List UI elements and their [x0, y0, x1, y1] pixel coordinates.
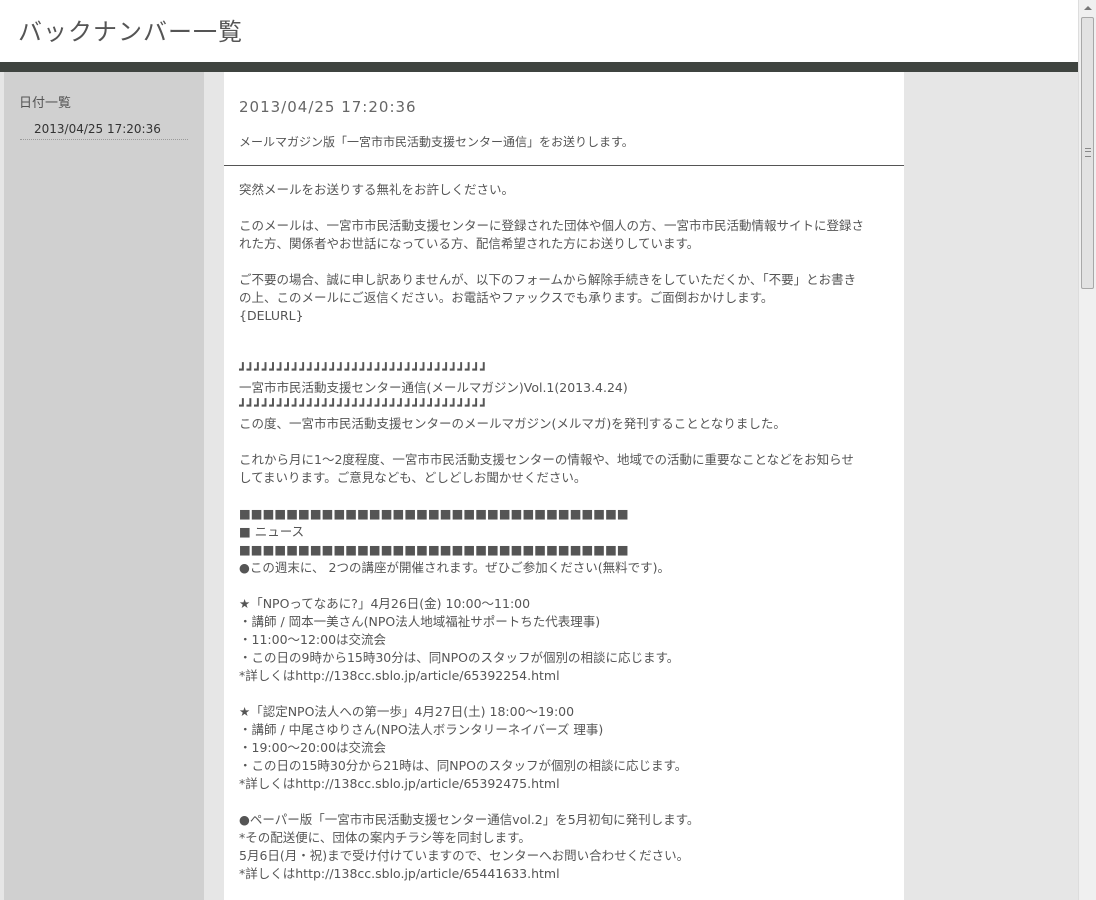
body-intro: 突然メールをお送りする無礼をお許しください。 — [239, 182, 515, 197]
event-link: *詳しくはhttp://138cc.sblo.jp/article/653924… — [239, 776, 560, 791]
decorative-line: ┛┛┛┛┛┛┛┛┛┛┛┛┛┛┛┛┛┛┛┛┛┛┛┛┛┛┛┛┛┛┛┛┛ — [239, 398, 488, 413]
post-subtitle: メールマガジン版「一宮市市民活動支援センター通信」をお送りします。 — [239, 135, 634, 149]
square-line: ■■■■■■■■■■■■■■■■■■■■■■■■■■■■■■■■■ — [239, 506, 629, 521]
body-line: このメールは、一宮市市民活動支援センターに登録された団体や個人の方、一宮市市民活… — [239, 218, 865, 233]
page-title: バックナンバー一覧 — [18, 18, 243, 46]
page: バックナンバー一覧 日付一覧 2013/04/25 17:20:36 2013/… — [0, 0, 1078, 900]
header-bar — [0, 62, 1078, 72]
divider — [224, 165, 904, 166]
paper-notice: ●ペーパー版「一宮市市民活動支援センター通信vol.2」を5月初旬に発刊します。 — [239, 812, 700, 827]
event-detail: ・講師 / 中尾さゆりさん(NPO法人ボランタリーネイバーズ 理事) — [239, 722, 604, 737]
square-line: ■■■■■■■■■■■■■■■■■■■■■■■■■■■■■■■■■ — [239, 542, 629, 557]
event-link: *詳しくはhttp://138cc.sblo.jp/article/653922… — [239, 668, 560, 683]
event-detail: ・講師 / 岡本一美さん(NPO法人地域福祉サポートちた代表理事) — [239, 614, 601, 629]
body-line: してまいります。ご意見なども、どしどしお聞かせください。 — [239, 470, 587, 485]
main-post: 2013/04/25 17:20:36 メールマガジン版「一宮市市民活動支援セン… — [224, 72, 904, 900]
paper-link: *詳しくはhttp://138cc.sblo.jp/article/654416… — [239, 866, 560, 881]
body-line: の上、このメールにご返信ください。お電話やファックスでも承ります。ご面倒おかけし… — [239, 290, 774, 305]
post-date: 2013/04/25 17:20:36 — [239, 98, 417, 116]
body-line: ご不要の場合、誠に申し訳ありませんが、以下のフォームから解除手続きをしていただく… — [239, 272, 857, 287]
sidebar-title: 日付一覧 — [19, 96, 72, 111]
body-line: この度、一宮市市民活動支援センターのメールマガジン(メルマガ)を発刊することとな… — [239, 416, 786, 431]
event-detail: ・この日の9時から15時30分は、同NPOのスタッフが個別の相談に応じます。 — [239, 650, 680, 665]
event-detail: ・11:00～12:00は交流会 — [239, 632, 387, 647]
scroll-up-arrow-icon[interactable] — [1079, 0, 1096, 16]
body-line: れた方、関係者やお世話になっている方、配信希望された方にお送りしています。 — [239, 236, 700, 251]
content-area: 日付一覧 2013/04/25 17:20:36 2013/04/25 17:2… — [0, 72, 1078, 900]
news-heading: ■ ニュース — [239, 524, 305, 539]
magazine-title: 一宮市市民活動支援センター通信(メールマガジン)Vol.1(2013.4.24) — [239, 380, 628, 395]
decorative-line: ┛┛┛┛┛┛┛┛┛┛┛┛┛┛┛┛┛┛┛┛┛┛┛┛┛┛┛┛┛┛┛┛┛ — [239, 362, 488, 377]
page-header: バックナンバー一覧 — [0, 0, 1078, 62]
post-body: 突然メールをお送りする無礼をお許しください。 このメールは、一宮市市民活動支援セ… — [239, 181, 894, 883]
event-title: ★「NPOってなあに?」4月26日(金) 10:00～11:00 — [239, 596, 531, 611]
paper-detail: 5月6日(月・祝)まで受け付けていますので、センターへお問い合わせください。 — [239, 848, 690, 863]
delurl-placeholder: {DELURL} — [239, 308, 304, 323]
body-line: これから月に1～2度程度、一宮市市民活動支援センターの情報や、地域での活動に重要… — [239, 452, 854, 467]
event-detail: ・19:00～20:00は交流会 — [239, 740, 387, 755]
event-title: ★「認定NPO法人への第一歩」4月27日(土) 18:00～19:00 — [239, 704, 575, 719]
sidebar: 日付一覧 2013/04/25 17:20:36 — [4, 72, 204, 900]
news-lead: ●この週末に、 2つの講座が開催されます。ぜひご参加ください(無料です)。 — [239, 560, 670, 575]
vertical-scrollbar[interactable] — [1078, 0, 1096, 900]
grip-icon — [1085, 148, 1091, 157]
event-detail: ・この日の15時30分から21時は、同NPOのスタッフが個別の相談に応じます。 — [239, 758, 688, 773]
scrollbar-thumb[interactable] — [1081, 17, 1094, 289]
sidebar-item-date[interactable]: 2013/04/25 17:20:36 — [20, 122, 188, 140]
paper-detail: *その配送便に、団体の案内チラシ等を同封します。 — [239, 830, 531, 845]
